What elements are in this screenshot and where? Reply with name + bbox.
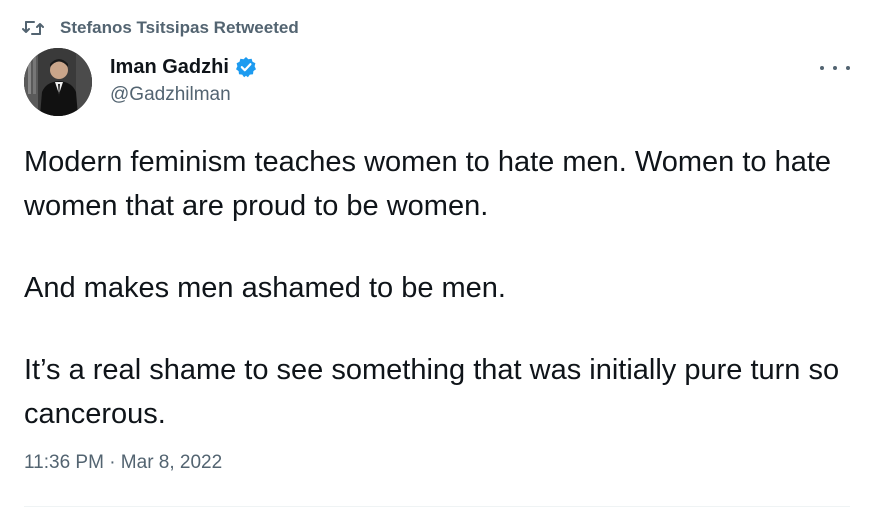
tweet-text: Modern feminism teaches women to hate me… xyxy=(24,140,864,474)
retweet-icon xyxy=(22,19,44,37)
author-display-name[interactable]: Iman Gadzhi xyxy=(110,56,229,79)
divider xyxy=(24,506,850,507)
tweet-timestamp[interactable]: 11:36 PM · Mar 8, 2022 xyxy=(24,452,222,474)
retweet-context[interactable]: Stefanos Tsitsipas Retweeted xyxy=(22,14,299,42)
more-options-icon[interactable] xyxy=(820,58,850,78)
verified-badge-icon xyxy=(235,56,257,78)
retweet-label[interactable]: Stefanos Tsitsipas Retweeted xyxy=(60,18,299,38)
avatar[interactable] xyxy=(24,48,92,116)
tweet-card[interactable]: Stefanos Tsitsipas Retweeted Iman Gadzhi xyxy=(0,0,880,516)
tweet-paragraph: And makes men ashamed to be men. xyxy=(24,272,506,304)
author-handle[interactable]: @Gadzhilman xyxy=(110,84,257,108)
author-block[interactable]: Iman Gadzhi @Gadzhilman xyxy=(110,54,257,108)
tweet-paragraph: It’s a real shame to see something that … xyxy=(24,354,840,430)
tweet-paragraph: Modern feminism teaches women to hate me… xyxy=(24,146,832,222)
